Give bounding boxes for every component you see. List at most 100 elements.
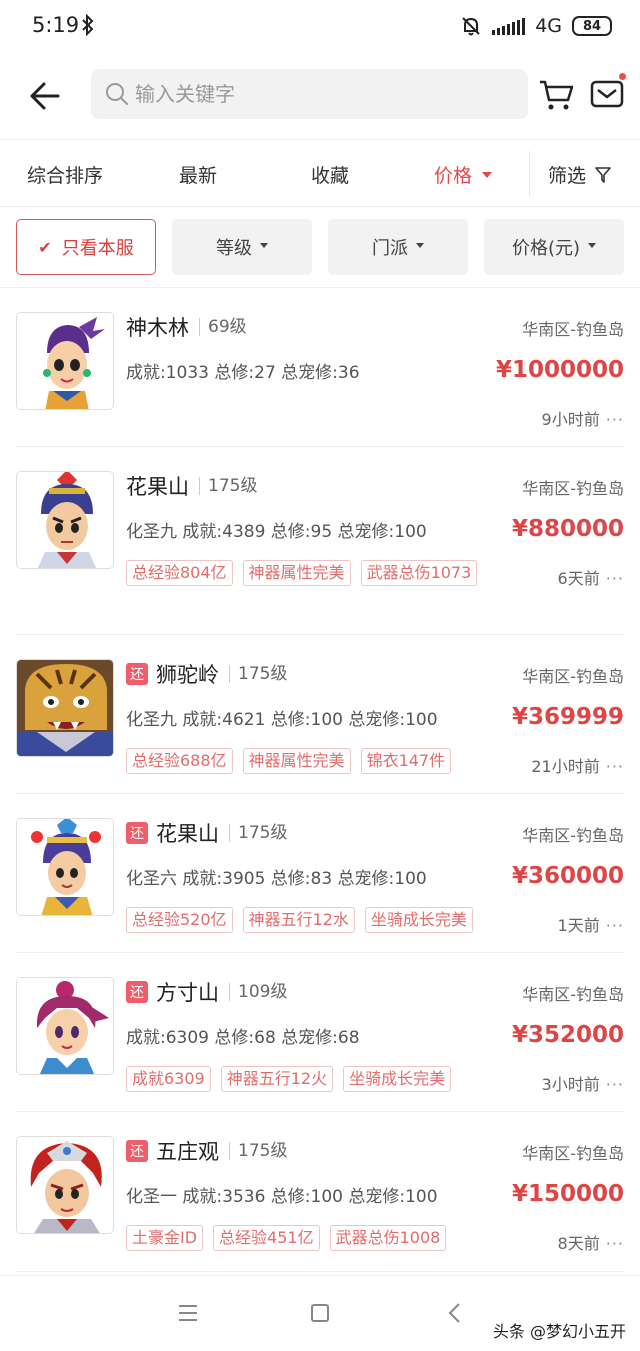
- more-icon[interactable]: ···: [606, 1075, 624, 1094]
- network-type: 4G: [535, 15, 562, 37]
- price: ¥1000000: [495, 357, 624, 383]
- signal-icon: [492, 17, 526, 35]
- listing-time: 1天前 ···: [558, 912, 624, 936]
- feature-tag: 总经验804亿: [126, 560, 233, 586]
- character-avatar: [16, 1136, 114, 1234]
- server-name: 方寸山: [156, 981, 219, 1005]
- character-stats: 化圣九 成就:4389 总修:95 总宠修:100: [126, 522, 427, 542]
- battery-icon: 84: [572, 16, 612, 36]
- server-name: 狮驼岭: [156, 663, 219, 687]
- filter-label: 筛选: [548, 165, 587, 187]
- price: ¥352000: [511, 1022, 624, 1048]
- only-this-server-chip[interactable]: ✔ 只看本服: [16, 219, 156, 275]
- message-button[interactable]: [590, 73, 626, 110]
- system-nav-bar: 头条 @梦幻小五开: [0, 1275, 640, 1351]
- mail-icon: [590, 80, 624, 108]
- status-time: 5:19: [32, 13, 80, 37]
- feature-tag: 神器属性完美: [242, 560, 351, 586]
- feature-tags: 总经验520亿 神器五行12水 坐骑成长完美: [126, 907, 506, 933]
- more-icon[interactable]: ···: [606, 757, 624, 776]
- character-level: 109级: [229, 983, 287, 1001]
- bell-off-icon: [462, 17, 480, 36]
- sort-bar: 综合排序 最新 收藏 价格 筛选: [0, 141, 640, 207]
- back-arrow-icon[interactable]: [26, 76, 66, 116]
- character-stats: 化圣六 成就:3905 总修:83 总宠修:100: [126, 869, 427, 889]
- search-bar[interactable]: [91, 69, 528, 119]
- school-dropdown[interactable]: 门派: [328, 219, 468, 275]
- time-label: 21小时前: [531, 757, 600, 776]
- sort-newest[interactable]: 最新: [179, 161, 217, 188]
- more-icon[interactable]: ···: [606, 916, 624, 935]
- search-input[interactable]: [135, 69, 515, 119]
- listing-item[interactable]: 神木林 69级 华南区-钓鱼岛 成就:1033 总修:27 总宠修:36 ¥10…: [16, 288, 624, 447]
- listing-item[interactable]: 还 五庄观 175级 华南区-钓鱼岛 化圣一 成就:3536 总修:100 总宠…: [16, 1112, 624, 1272]
- character-level: 175级: [199, 477, 257, 495]
- more-icon[interactable]: ···: [606, 569, 624, 588]
- character-avatar: [16, 659, 114, 757]
- listing-title: 还 花果山 175级: [126, 818, 287, 848]
- listing-title: 神木林 69级: [126, 312, 247, 342]
- level-dropdown[interactable]: 等级: [172, 219, 312, 275]
- character-level: 175级: [229, 824, 287, 842]
- character-level: 175级: [229, 1142, 287, 1160]
- listing-item[interactable]: 还 花果山 175级 华南区-钓鱼岛 化圣六 成就:3905 总修:83 总宠修…: [16, 794, 624, 953]
- menu-icon[interactable]: [178, 1304, 198, 1322]
- character-stats: 成就:1033 总修:27 总宠修:36: [126, 363, 360, 383]
- listing-time: 8天前 ···: [558, 1230, 624, 1254]
- server-name: 五庄观: [156, 1140, 219, 1164]
- price-range-dropdown[interactable]: 价格(元): [484, 219, 624, 275]
- listing-title: 还 狮驼岭 175级: [126, 659, 287, 689]
- feature-tag: 土豪金ID: [126, 1225, 204, 1251]
- server-name: 花果山: [126, 475, 189, 499]
- feature-tag: 神器五行12水: [242, 907, 355, 933]
- unread-dot: [619, 73, 626, 80]
- feature-tags: 总经验688亿 神器属性完美 锦衣147件: [126, 748, 506, 774]
- price: ¥880000: [511, 516, 624, 542]
- feature-tag: 坐骑成长完美: [343, 1066, 452, 1092]
- time-label: 9小时前: [541, 410, 600, 429]
- more-icon[interactable]: ···: [606, 410, 624, 429]
- caret-down-icon: [482, 171, 493, 178]
- price: ¥360000: [511, 863, 624, 889]
- server-name: 神木林: [126, 316, 189, 340]
- time-label: 8天前: [557, 1234, 600, 1253]
- chip-label: 等级: [216, 238, 252, 259]
- character-level: 175级: [229, 665, 287, 683]
- server-name: 花果山: [156, 822, 219, 846]
- home-icon[interactable]: [311, 1304, 329, 1322]
- feature-tag: 总经验688亿: [126, 748, 233, 774]
- region-label: 华南区-钓鱼岛: [522, 667, 624, 686]
- chip-label: 门派: [372, 238, 408, 259]
- caret-down-icon: [416, 242, 424, 248]
- status-bar: 5:19 4G 84: [0, 0, 640, 52]
- bluetooth-icon: [82, 14, 94, 36]
- listing-item[interactable]: 还 狮驼岭 175级 华南区-钓鱼岛 化圣九 成就:4621 总修:100 总宠…: [16, 635, 624, 794]
- feature-tag: 神器属性完美: [242, 748, 351, 774]
- listing-item[interactable]: 还 方寸山 109级 华南区-钓鱼岛 成就:6309 总修:68 总宠修:68 …: [16, 953, 624, 1112]
- listing-time: 9小时前 ···: [542, 406, 624, 430]
- sort-price-label: 价格: [434, 165, 473, 187]
- caret-down-icon: [588, 242, 597, 248]
- sort-price[interactable]: 价格: [434, 161, 493, 188]
- watermark: 头条 @梦幻小五开: [492, 1322, 626, 1341]
- cart-icon[interactable]: [538, 78, 574, 112]
- region-label: 华南区-钓鱼岛: [522, 1144, 624, 1163]
- sort-favorites[interactable]: 收藏: [311, 161, 349, 188]
- character-stats: 成就:6309 总修:68 总宠修:68: [126, 1028, 360, 1048]
- listing-time: 6天前 ···: [558, 565, 624, 589]
- feature-tag: 锦衣147件: [360, 748, 452, 774]
- filter-chips: ✔ 只看本服 等级 门派 价格(元): [0, 207, 640, 288]
- listing-title: 还 五庄观 175级: [126, 1136, 287, 1166]
- divider: [529, 151, 530, 197]
- filter-button[interactable]: 筛选: [548, 161, 612, 188]
- listing-item[interactable]: 花果山 175级 华南区-钓鱼岛 化圣九 成就:4389 总修:95 总宠修:1…: [16, 447, 624, 635]
- feature-tag: 武器总伤1073: [360, 560, 478, 586]
- sort-comprehensive[interactable]: 综合排序: [27, 161, 103, 188]
- listing-title: 还 方寸山 109级: [126, 977, 287, 1007]
- caret-down-icon: [260, 242, 268, 248]
- feature-tag: 坐骑成长完美: [364, 907, 473, 933]
- more-icon[interactable]: ···: [606, 1234, 624, 1253]
- feature-tag: 总经验520亿: [126, 907, 233, 933]
- nav-back-icon[interactable]: [446, 1302, 464, 1324]
- top-header: [0, 52, 640, 140]
